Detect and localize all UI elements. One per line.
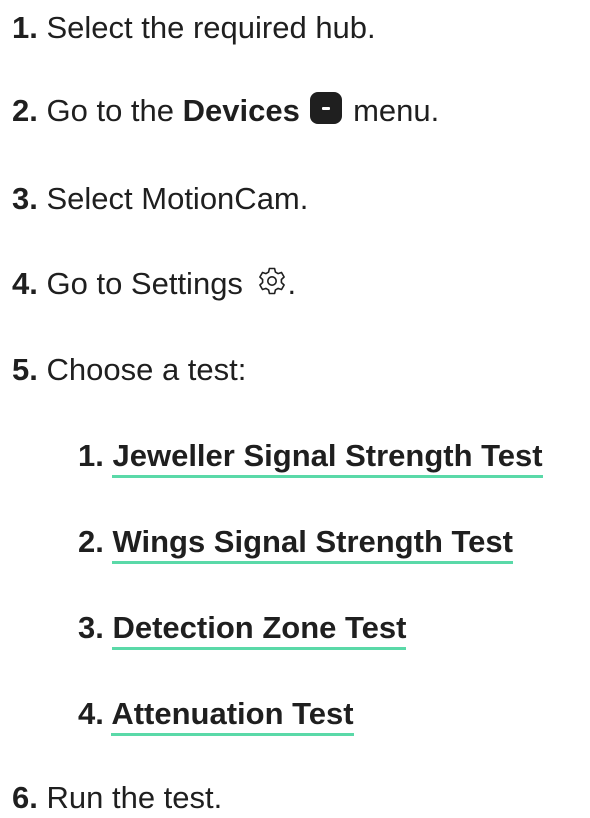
step-text-after: menu. bbox=[344, 93, 440, 128]
step-number: 2. bbox=[12, 93, 38, 128]
step-text-before: Go to Settings bbox=[46, 266, 252, 301]
step-6: 6. Run the test. bbox=[12, 778, 222, 818]
step-4: 4. Go to Settings . bbox=[12, 264, 296, 304]
step-number: 4. bbox=[12, 266, 38, 301]
devices-menu-label: Devices bbox=[182, 93, 300, 128]
step-text: Select MotionCam. bbox=[46, 181, 309, 216]
link-jeweller-signal-strength-test[interactable]: Jeweller Signal Strength Test bbox=[112, 438, 543, 478]
link-wings-signal-strength-test[interactable]: Wings Signal Strength Test bbox=[112, 524, 513, 564]
step-text: Choose a test: bbox=[46, 352, 247, 387]
step-number: 5. bbox=[12, 352, 38, 387]
test-item-3: 3. Detection Zone Test bbox=[78, 608, 407, 650]
step-3: 3. Select MotionCam. bbox=[12, 179, 308, 219]
test-item-2: 2. Wings Signal Strength Test bbox=[78, 522, 513, 564]
step-1: 1. Select the required hub. bbox=[12, 8, 376, 48]
link-detection-zone-test[interactable]: Detection Zone Test bbox=[112, 610, 407, 650]
step-number: 6. bbox=[12, 780, 38, 815]
step-text-after: . bbox=[287, 266, 297, 301]
test-item-4: 4. Attenuation Test bbox=[78, 694, 354, 736]
test-item-1: 1. Jeweller Signal Strength Test bbox=[78, 436, 543, 478]
test-number: 1. bbox=[78, 438, 104, 473]
test-number: 4. bbox=[78, 696, 104, 731]
test-number: 2. bbox=[78, 524, 104, 559]
step-text: Select the required hub. bbox=[46, 10, 376, 45]
test-number: 3. bbox=[78, 610, 104, 645]
step-number: 3. bbox=[12, 181, 38, 216]
link-attenuation-test[interactable]: Attenuation Test bbox=[111, 696, 354, 736]
step-number: 1. bbox=[12, 10, 38, 45]
step-text-before: Go to the bbox=[46, 93, 183, 128]
step-5: 5. Choose a test: bbox=[12, 350, 246, 390]
devices-icon bbox=[310, 92, 343, 124]
step-text: Run the test. bbox=[46, 780, 223, 815]
gear-icon bbox=[256, 265, 288, 297]
step-2: 2. Go to the Devices menu. bbox=[12, 91, 439, 131]
